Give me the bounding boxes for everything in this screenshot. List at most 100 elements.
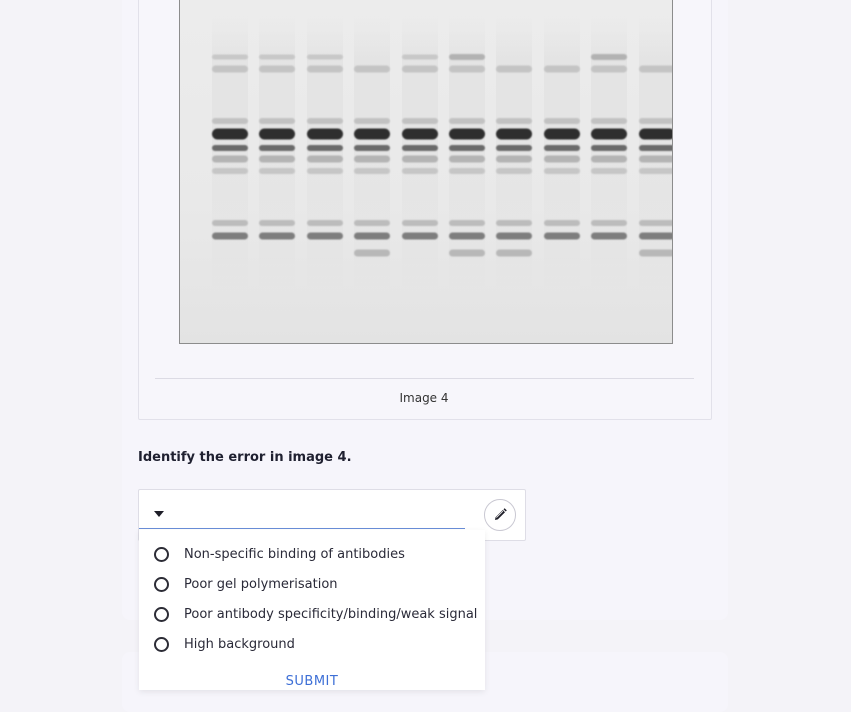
gel-lane [544, 16, 580, 316]
gel-band [639, 232, 672, 240]
gel-band [449, 145, 485, 151]
figure-divider [155, 378, 694, 379]
gel-band [544, 220, 580, 226]
gel-band [307, 232, 343, 240]
western-blot-image [179, 0, 673, 344]
gel-band [259, 54, 295, 60]
gel-band [449, 65, 485, 73]
gel-band [544, 118, 580, 124]
gel-band [591, 54, 627, 60]
gel-band [212, 232, 248, 240]
gel-band [496, 220, 532, 226]
gel-band [402, 220, 438, 226]
option-label: Non-specific binding of antibodies [184, 546, 405, 562]
gel-band [354, 232, 390, 240]
gel-band [402, 54, 438, 60]
gel-band [496, 128, 532, 140]
gel-lane [496, 16, 532, 316]
gel-band [496, 155, 532, 163]
gel-band [591, 232, 627, 240]
gel-band [544, 128, 580, 140]
gel-band [259, 145, 295, 151]
option-high-background[interactable]: High background [154, 633, 295, 655]
gel-band [639, 128, 672, 140]
radio-icon[interactable] [154, 606, 169, 622]
gel-band [402, 145, 438, 151]
gel-band [544, 168, 580, 174]
gel-lane [212, 16, 248, 316]
gel-band [354, 220, 390, 226]
gel-band [496, 65, 532, 73]
gel-band [402, 155, 438, 163]
gel-band [259, 65, 295, 73]
gel-band [212, 128, 248, 140]
option-poor-gel-polymerisation[interactable]: Poor gel polymerisation [154, 573, 338, 595]
gel-band [307, 65, 343, 73]
gel-band [639, 168, 672, 174]
gel-band [449, 220, 485, 226]
gel-band [259, 220, 295, 226]
gel-band [449, 128, 485, 140]
gel-band [307, 128, 343, 140]
gel-band [212, 118, 248, 124]
gel-lane [259, 16, 295, 316]
gel-band [259, 128, 295, 140]
gel-band [307, 168, 343, 174]
gel-band [639, 220, 672, 226]
gel-band [212, 54, 248, 60]
gel-band [259, 155, 295, 163]
gel-band [496, 145, 532, 151]
gel-band [449, 168, 485, 174]
caret-down-icon[interactable] [154, 511, 164, 517]
gel-band [591, 128, 627, 140]
gel-band [639, 65, 672, 73]
option-non-specific-binding[interactable]: Non-specific binding of antibodies [154, 543, 405, 565]
gel-band [496, 118, 532, 124]
gel-band [402, 118, 438, 124]
gel-band [496, 232, 532, 240]
gel-band [591, 118, 627, 124]
gel-band [402, 168, 438, 174]
gel-band [496, 249, 532, 257]
gel-band [449, 54, 485, 60]
submit-button[interactable]: SUBMIT [139, 674, 485, 689]
gel-band [591, 168, 627, 174]
gel-band [639, 118, 672, 124]
gel-band [354, 145, 390, 151]
radio-icon[interactable] [154, 546, 169, 562]
gel-band [449, 118, 485, 124]
option-label: Poor gel polymerisation [184, 576, 338, 592]
edit-button[interactable] [484, 499, 516, 531]
gel-band [402, 128, 438, 140]
gel-band [212, 145, 248, 151]
gel-band [307, 155, 343, 163]
answer-select[interactable] [139, 490, 465, 529]
gel-band [591, 155, 627, 163]
gel-lane [449, 16, 485, 316]
gel-band [449, 249, 485, 257]
radio-icon[interactable] [154, 636, 169, 652]
gel-band [354, 118, 390, 124]
gel-band [259, 168, 295, 174]
gel-lane [591, 16, 627, 316]
gel-band [212, 65, 248, 73]
radio-icon[interactable] [154, 576, 169, 592]
options-dropdown: Non-specific binding of antibodies Poor … [139, 530, 485, 690]
gel-band [639, 155, 672, 163]
gel-band [212, 155, 248, 163]
gel-band [591, 145, 627, 151]
option-label: Poor antibody specificity/binding/weak s… [184, 606, 478, 622]
gel-band [354, 128, 390, 140]
gel-band [259, 118, 295, 124]
gel-band [449, 232, 485, 240]
gel-band [402, 232, 438, 240]
gel-band [354, 168, 390, 174]
gel-band [544, 65, 580, 73]
gel-band [307, 118, 343, 124]
gel-band [212, 168, 248, 174]
gel-band [591, 65, 627, 73]
option-poor-antibody-specificity[interactable]: Poor antibody specificity/binding/weak s… [154, 603, 477, 625]
gel-band [449, 155, 485, 163]
gel-band [259, 232, 295, 240]
gel-band [402, 65, 438, 73]
